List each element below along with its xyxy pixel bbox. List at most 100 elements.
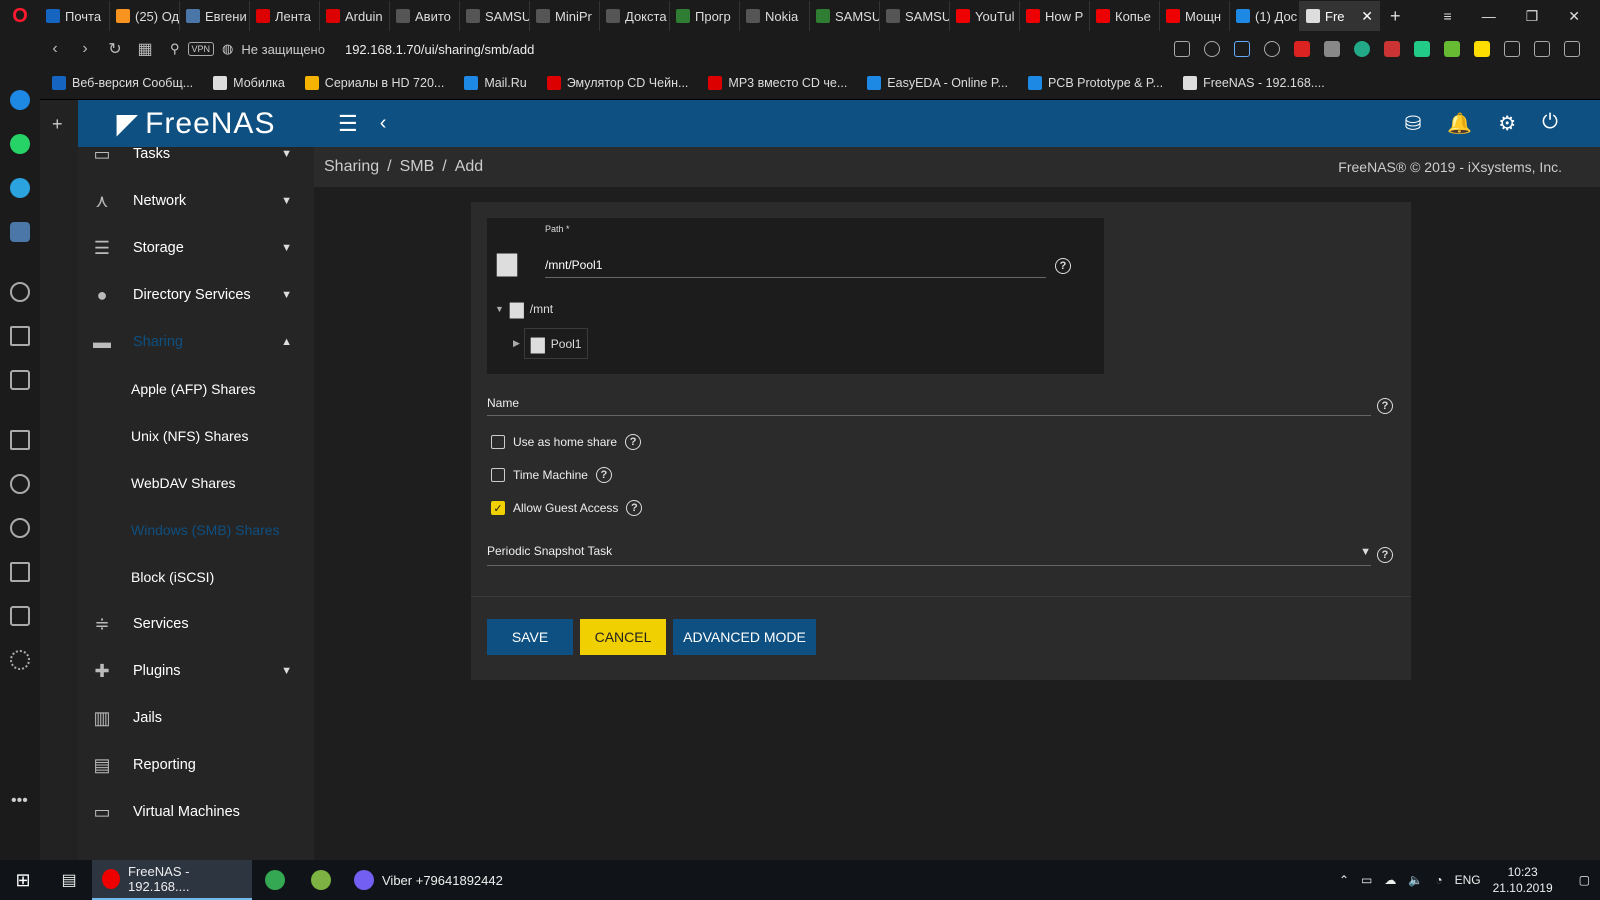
tray-expand-icon[interactable]: ⌃ — [1339, 873, 1349, 887]
speed-dial-icon[interactable]: ▦ — [130, 39, 160, 59]
bookmark-item[interactable]: Веб-версия Сообщ... — [52, 75, 193, 90]
settings-sidebar-icon[interactable] — [10, 650, 30, 670]
wallet-icon[interactable] — [10, 370, 30, 390]
input-language[interactable]: ENG — [1455, 873, 1481, 887]
freenas-logo[interactable]: ◤ FreeNAS — [78, 100, 314, 147]
breadcrumb-sharing[interactable]: Sharing — [324, 158, 379, 176]
sidebar-item-directory-services[interactable]: ● Directory Services ▼ — [78, 271, 314, 318]
browser-tab[interactable]: YouTul — [950, 1, 1020, 31]
collapse-chevron-icon[interactable]: ‹ — [380, 112, 387, 135]
bookmark-item[interactable]: Mail.Ru — [464, 75, 527, 90]
tree-expand-down-icon[interactable]: ▼ — [495, 304, 504, 314]
hamburger-menu-icon[interactable]: ☰ — [338, 111, 358, 137]
opera-logo-icon[interactable]: O — [0, 0, 40, 32]
browser-tab[interactable]: Евгени — [180, 1, 250, 31]
guest-access-checkbox-row[interactable]: ✓ Allow Guest Access ? — [491, 500, 643, 516]
sidebar-item-tasks[interactable]: ▭ Tasks ▼ — [78, 147, 314, 177]
extension-red-icon[interactable] — [1294, 41, 1310, 57]
telegram-icon[interactable] — [10, 178, 30, 198]
taskbar-app[interactable] — [298, 860, 344, 900]
extension-grid-icon[interactable] — [1324, 41, 1340, 57]
theme-bucket-icon[interactable]: ⛁ — [1405, 111, 1422, 136]
close-tab-icon[interactable]: ✕ — [1361, 8, 1373, 25]
browser-tab[interactable]: SAMSU — [810, 1, 880, 31]
dropdown-arrow-icon[interactable]: ▼ — [1360, 546, 1371, 558]
browser-tab[interactable]: SAMSU — [880, 1, 950, 31]
browser-tab[interactable]: Докста — [600, 1, 670, 31]
easy-setup-icon[interactable] — [1564, 41, 1580, 57]
bookmark-item[interactable]: Эмулятор CD Чейн... — [546, 75, 688, 90]
tree-node-mnt[interactable]: ▼ ▆ /mnt — [495, 298, 553, 319]
home-share-checkbox[interactable] — [491, 435, 505, 449]
flow-icon[interactable] — [10, 326, 30, 346]
more-dots-icon[interactable]: ••• — [11, 792, 28, 810]
sidebar-item-virtual-machines[interactable]: ▭ Virtual Machines — [78, 788, 314, 835]
sidebar-subitem-afp[interactable]: Apple (AFP) Shares — [131, 381, 256, 397]
advanced-mode-button[interactable]: ADVANCED MODE — [673, 619, 816, 655]
help-icon[interactable]: ? — [1055, 258, 1071, 274]
snapshot-icon[interactable] — [1174, 41, 1190, 57]
guest-access-checkbox[interactable]: ✓ — [491, 501, 505, 515]
battery-icon[interactable] — [1534, 41, 1550, 57]
vk-icon[interactable] — [10, 222, 30, 242]
battery-tray-icon[interactable]: ▭ — [1361, 873, 1372, 887]
search-sidebar-icon[interactable] — [10, 282, 30, 302]
bookmarks-heart-icon[interactable] — [10, 474, 30, 494]
browser-tab[interactable]: SAMSU — [460, 1, 530, 31]
time-machine-checkbox-row[interactable]: Time Machine ? — [491, 467, 612, 483]
save-button[interactable]: SAVE — [487, 619, 573, 655]
clock[interactable]: 10:23 21.10.2019 — [1493, 864, 1553, 896]
extensions-cube-icon[interactable] — [10, 606, 30, 626]
heart-icon[interactable] — [1264, 41, 1280, 57]
vpn-badge[interactable]: VPN — [187, 42, 215, 56]
browser-tab[interactable]: Лента — [250, 1, 320, 31]
url-field[interactable]: ⚲ VPN ◍ Не защищено 192.168.1.70/ui/shar… — [170, 41, 534, 57]
browser-tab[interactable]: Почта — [40, 1, 110, 31]
browser-tab[interactable]: MiniPr — [530, 1, 600, 31]
extension-green-icon[interactable] — [1414, 41, 1430, 57]
windows-start-icon[interactable]: ⊞ — [0, 870, 46, 891]
volume-icon[interactable]: 🔈 — [1408, 873, 1423, 887]
browser-tab[interactable]: Arduin — [320, 1, 390, 31]
browser-tab[interactable]: (25) Од — [110, 1, 180, 31]
task-view-icon[interactable]: ▤ — [46, 870, 92, 890]
help-icon[interactable]: ? — [626, 500, 643, 516]
send-icon[interactable] — [1234, 41, 1250, 57]
help-icon[interactable]: ? — [595, 467, 612, 483]
onedrive-icon[interactable]: ☁ — [1384, 873, 1396, 887]
power-icon[interactable]: ⏻ — [1542, 111, 1558, 136]
sidebar-item-jails[interactable]: ▥ Jails — [78, 694, 314, 741]
sidebar-subitem-webdav[interactable]: WebDAV Shares — [131, 475, 236, 491]
history-icon[interactable] — [10, 518, 30, 538]
browser-tab[interactable]: Мощн — [1160, 1, 1230, 31]
sidebar-item-reporting[interactable]: ▤ Reporting — [78, 741, 314, 788]
close-window-icon[interactable]: ✕ — [1568, 8, 1580, 25]
browser-tab[interactable]: Авито — [390, 1, 460, 31]
tab-menu-icon[interactable]: ≡ — [1444, 8, 1452, 25]
bookmark-item[interactable]: Сериалы в HD 720... — [304, 75, 444, 90]
minimize-icon[interactable]: — — [1482, 8, 1496, 25]
browser-tab[interactable]: Nokia — [740, 1, 810, 31]
tab-freenas-active[interactable]: Fre ✕ — [1300, 1, 1380, 31]
action-center-icon[interactable]: ▢ — [1579, 873, 1590, 887]
sidebar-subitem-iscsi[interactable]: Block (iSCSI) — [131, 569, 214, 585]
bookmark-item[interactable]: MP3 вместо CD че... — [708, 75, 847, 90]
sidebar-item-network[interactable]: ⋏ Network ▼ — [78, 177, 314, 224]
path-input[interactable]: /mnt/Pool1 — [545, 258, 1046, 278]
adblock-icon[interactable] — [1204, 41, 1220, 57]
taskbar-app[interactable] — [252, 860, 298, 900]
tree-node-pool1[interactable]: ▶ ▆ Pool1 — [513, 328, 589, 359]
restore-icon[interactable]: ❐ — [1526, 8, 1539, 25]
notifications-bell-icon[interactable]: 🔔 — [1447, 111, 1472, 136]
bookmark-item[interactable]: PCB Prototype & P... — [1027, 75, 1163, 90]
downloads-icon[interactable] — [1504, 41, 1520, 57]
home-share-checkbox-row[interactable]: Use as home share ? — [491, 434, 642, 450]
time-machine-checkbox[interactable] — [491, 468, 505, 482]
browser-tab[interactable]: Прогр — [670, 1, 740, 31]
periodic-snapshot-select[interactable]: Periodic Snapshot Task ▼ — [487, 544, 1371, 566]
extension-shield-icon[interactable] — [1384, 41, 1400, 57]
add-sidebar-item-icon[interactable]: + — [52, 114, 63, 135]
taskbar-app[interactable]: FreeNAS - 192.168.... — [92, 860, 252, 900]
sidebar-item-sharing[interactable]: ▬ Sharing ▲ — [78, 318, 314, 365]
extension-download-icon[interactable] — [1444, 41, 1460, 57]
